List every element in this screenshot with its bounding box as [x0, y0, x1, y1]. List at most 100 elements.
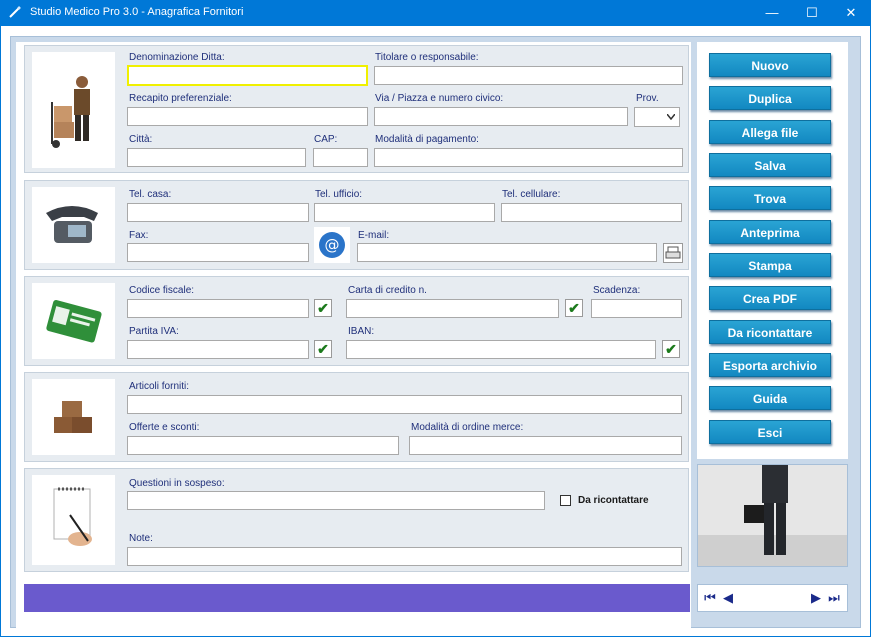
recapito-label: Recapito preferenziale: — [129, 93, 232, 104]
client-area: Denominazione Ditta: Titolare o responsa… — [1, 26, 870, 636]
send-email-button[interactable] — [663, 243, 683, 263]
esci-button[interactable]: Esci — [709, 420, 831, 444]
note-input[interactable] — [127, 547, 682, 566]
main-frame: Denominazione Ditta: Titolare o responsa… — [10, 36, 861, 632]
title-bar: Studio Medico Pro 3.0 - Anagrafica Forni… — [0, 0, 871, 26]
carta-label: Carta di credito n. — [348, 285, 427, 296]
telephone-icon — [46, 206, 98, 243]
articoli-input[interactable] — [127, 395, 682, 414]
id-card-icon — [46, 300, 102, 343]
email-label: E-mail: — [358, 230, 390, 241]
scadenza-input[interactable] — [591, 299, 682, 318]
section-general: Denominazione Ditta: Titolare o responsa… — [24, 45, 689, 173]
iban-label: IBAN: — [348, 326, 375, 337]
via-input[interactable] — [374, 107, 628, 126]
previous-record-icon[interactable]: ◀ — [720, 590, 736, 606]
da-ricontattare-button[interactable]: Da ricontattare — [709, 320, 831, 344]
note-label: Note: — [129, 533, 153, 544]
stampa-button[interactable]: Stampa — [709, 253, 831, 277]
cap-input[interactable] — [313, 148, 368, 167]
recapito-input[interactable] — [127, 107, 368, 126]
tel-cellulare-label: Tel. cellulare: — [502, 189, 561, 200]
anteprima-button[interactable]: Anteprima — [709, 220, 831, 244]
guida-button[interactable]: Guida — [709, 386, 831, 410]
pagamento-input[interactable] — [374, 148, 683, 167]
form-panel: Denominazione Ditta: Titolare o responsa… — [16, 42, 691, 632]
section-notes: Questioni in sospeso: Da ricontattare No… — [24, 468, 689, 572]
businessman-photo — [697, 464, 848, 567]
partita-iva-check[interactable]: ✔ — [314, 340, 332, 358]
boxes-image — [32, 379, 115, 455]
status-bar — [24, 584, 690, 612]
ordine-label: Modalità di ordine merce: — [411, 422, 524, 433]
denominazione-input[interactable] — [127, 65, 368, 86]
notepad-image — [32, 475, 115, 565]
titolare-label: Titolare o responsabile: — [375, 52, 479, 63]
partita-iva-label: Partita IVA: — [129, 326, 179, 337]
delivery-man-image — [32, 52, 115, 168]
window-title: Studio Medico Pro 3.0 - Anagrafica Forni… — [30, 6, 244, 18]
codice-fiscale-label: Codice fiscale: — [129, 285, 195, 296]
minimize-button[interactable]: — — [752, 0, 792, 26]
via-label: Via / Piazza e numero civico: — [375, 93, 504, 104]
tel-cellulare-input[interactable] — [501, 203, 682, 222]
buttons-panel: Nuovo Duplica Allega file Salva Trova An… — [697, 42, 848, 459]
boxes-icon — [54, 401, 92, 433]
allega-file-button[interactable]: Allega file — [709, 120, 831, 144]
nuovo-button[interactable]: Nuovo — [709, 53, 831, 77]
tel-casa-label: Tel. casa: — [129, 189, 172, 200]
svg-text:@: @ — [325, 236, 340, 254]
notepad-icon — [53, 487, 92, 546]
tel-ufficio-input[interactable] — [314, 203, 495, 222]
prov-select[interactable] — [634, 107, 680, 127]
questioni-input[interactable] — [127, 491, 545, 510]
partita-iva-input[interactable] — [127, 340, 309, 359]
salva-button[interactable]: Salva — [709, 153, 831, 177]
telephone-image — [32, 187, 115, 263]
denominazione-label: Denominazione Ditta: — [129, 52, 225, 63]
ricontattare-checkbox[interactable] — [560, 495, 571, 506]
prov-label: Prov. — [636, 93, 659, 104]
codice-fiscale-check[interactable]: ✔ — [314, 299, 332, 317]
articoli-label: Articoli forniti: — [129, 381, 190, 392]
section-fiscal: Codice fiscale: ✔ Carta di credito n. ✔ … — [24, 276, 689, 366]
carta-input[interactable] — [346, 299, 559, 318]
offerte-input[interactable] — [127, 436, 399, 455]
email-input[interactable] — [357, 243, 657, 262]
trova-button[interactable]: Trova — [709, 186, 831, 210]
email-icon[interactable]: @ — [314, 227, 350, 263]
codice-fiscale-input[interactable] — [127, 299, 309, 318]
duplica-button[interactable]: Duplica — [709, 86, 831, 110]
scadenza-label: Scadenza: — [593, 285, 641, 296]
fax-input[interactable] — [127, 243, 309, 262]
ricontattare-label: Da ricontattare — [578, 495, 649, 506]
citta-label: Città: — [129, 134, 153, 145]
chevron-down-icon — [667, 114, 675, 120]
tel-ufficio-label: Tel. ufficio: — [315, 189, 363, 200]
carta-check[interactable]: ✔ — [565, 299, 583, 317]
titolare-input[interactable] — [374, 66, 683, 85]
pagamento-label: Modalità di pagamento: — [375, 134, 479, 145]
iban-input[interactable] — [346, 340, 656, 359]
esporta-archivio-button[interactable]: Esporta archivio — [709, 353, 831, 377]
maximize-button[interactable]: ☐ — [792, 0, 832, 26]
section-contacts: Tel. casa: Tel. ufficio: Tel. cellulare:… — [24, 180, 689, 270]
next-record-icon[interactable]: ▶ — [808, 590, 824, 606]
cap-label: CAP: — [314, 134, 338, 145]
offerte-label: Offerte e sconti: — [129, 422, 200, 433]
close-button[interactable]: ✕ — [831, 0, 871, 26]
printer-icon — [665, 246, 681, 259]
questioni-label: Questioni in sospeso: — [129, 478, 225, 489]
last-record-icon[interactable]: ⏭ — [826, 590, 842, 606]
iban-check[interactable]: ✔ — [662, 340, 680, 358]
app-pen-icon — [9, 6, 21, 18]
citta-input[interactable] — [127, 148, 306, 167]
card-image — [32, 283, 115, 359]
crea-pdf-button[interactable]: Crea PDF — [709, 286, 831, 310]
record-navigation: ⏮ ◀ ▶ ⏭ — [697, 584, 848, 612]
first-record-icon[interactable]: ⏮ — [702, 590, 718, 606]
ordine-input[interactable] — [409, 436, 682, 455]
tel-casa-input[interactable] — [127, 203, 309, 222]
section-articles: Articoli forniti: Offerte e sconti: Moda… — [24, 372, 689, 462]
fax-label: Fax: — [129, 230, 149, 241]
